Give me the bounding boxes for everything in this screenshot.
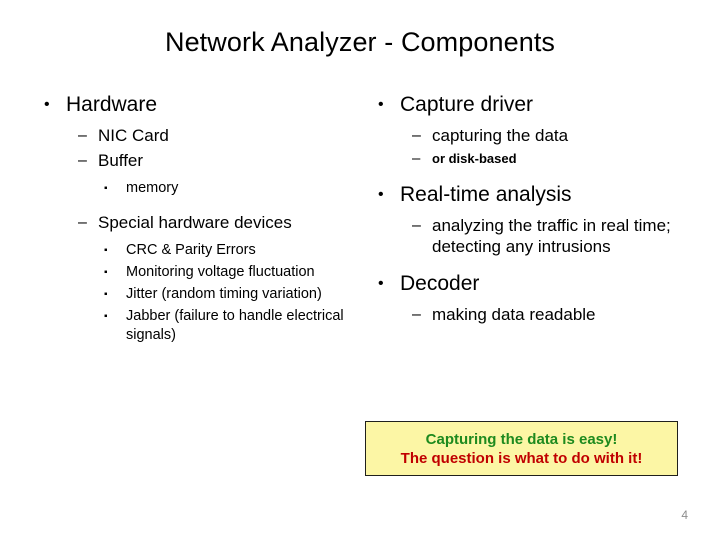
bullet-item-special-hardware-devices: – Special hardware devices [30, 212, 360, 233]
presentation-slide: Network Analyzer - Components • Hardware… [0, 0, 720, 540]
bullet-label: Hardware [66, 93, 158, 116]
bullet-item-analyzing-the-traffic: – analyzing the traffic in real time; de… [364, 215, 694, 257]
bullet-label: capturing the data [432, 126, 569, 145]
dash-bullet-icon: – [78, 152, 87, 169]
square-bullet-icon: ▪ [104, 289, 108, 300]
bullet-item-jitter: ▪ Jitter (random timing variation) [30, 285, 360, 304]
slide-title: Network Analyzer - Components [164, 27, 556, 57]
square-bullet-icon: ▪ [104, 183, 108, 194]
bullet-label: memory [126, 180, 179, 196]
bullet-label: or disk-based [432, 151, 517, 166]
callout-line-primary: Capturing the data is easy! [425, 430, 618, 448]
bullet-label: Special hardware devices [98, 213, 292, 232]
highlight-callout-box: Capturing the data is easy! The question… [365, 421, 678, 476]
bullet-label: Jabber (failure to handle electrical sig… [126, 308, 344, 343]
bullet-label: making data readable [432, 305, 596, 324]
round-bullet-icon: • [378, 186, 384, 203]
bullet-item-or-disk-based: – or disk-based [364, 150, 694, 168]
square-bullet-icon: ▪ [104, 267, 108, 278]
bullet-item-decoder: • Decoder [364, 271, 694, 296]
bullet-item-real-time-analysis: • Real-time analysis [364, 182, 694, 207]
round-bullet-icon: • [44, 96, 50, 113]
bullet-item-capture-driver: • Capture driver [364, 92, 694, 117]
bullet-item-crc-parity-errors: ▪ CRC & Parity Errors [30, 241, 360, 260]
bullet-label: Buffer [98, 151, 144, 170]
square-bullet-icon: ▪ [104, 311, 108, 322]
dash-bullet-icon: – [78, 214, 87, 231]
bullet-label: NIC Card [98, 126, 169, 145]
bullet-item-buffer: – Buffer [30, 150, 360, 171]
bullet-item-making-data-readable: – making data readable [364, 304, 694, 325]
square-bullet-icon: ▪ [104, 245, 108, 256]
round-bullet-icon: • [378, 96, 384, 113]
bullet-item-capturing-the-data: – capturing the data [364, 125, 694, 146]
bullet-label: Monitoring voltage fluctuation [126, 264, 315, 280]
right-content-column: • Capture driver – capturing the data – … [364, 92, 694, 329]
bullet-item-nic-card: – NIC Card [30, 125, 360, 146]
dash-bullet-icon: – [78, 127, 87, 144]
dash-bullet-icon: – [412, 150, 421, 167]
left-content-column: • Hardware – NIC Card – Buffer ▪ memory … [30, 92, 360, 348]
dash-bullet-icon: – [412, 217, 421, 234]
slide-number: 4 [681, 508, 688, 522]
bullet-label: Real-time analysis [400, 183, 572, 206]
bullet-item-jabber: ▪ Jabber (failure to handle electrical s… [30, 307, 360, 345]
dash-bullet-icon: – [412, 306, 421, 323]
callout-line-secondary: The question is what to do with it! [400, 449, 643, 467]
bullet-label: Capture driver [400, 93, 534, 116]
bullet-label: CRC & Parity Errors [126, 242, 256, 258]
dash-bullet-icon: – [412, 127, 421, 144]
bullet-label: Jitter (random timing variation) [126, 286, 322, 302]
bullet-item-monitoring-voltage-fluctuation: ▪ Monitoring voltage fluctuation [30, 263, 360, 282]
bullet-item-memory: ▪ memory [30, 179, 360, 198]
bullet-label: analyzing the traffic in real time; dete… [432, 216, 671, 256]
bullet-item-hardware: • Hardware [30, 92, 360, 117]
round-bullet-icon: • [378, 275, 384, 292]
bullet-label: Decoder [400, 272, 480, 295]
